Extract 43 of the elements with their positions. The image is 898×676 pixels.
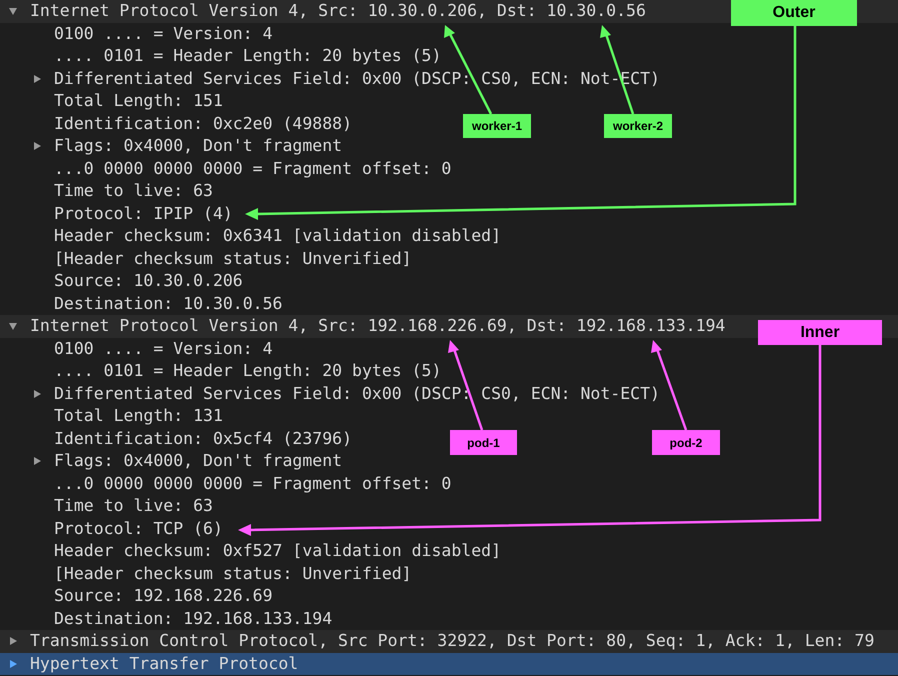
- tree-item-text: [Header checksum status: Unverified]: [54, 562, 412, 584]
- tree-item-text: Time to live: 63: [54, 495, 213, 517]
- annotation-label: pod-2: [652, 430, 720, 455]
- collapsed-triangle-icon[interactable]: [8, 658, 18, 669]
- tree-item-text: [Header checksum status: Unverified]: [54, 248, 412, 270]
- collapsed-triangle-icon[interactable]: [32, 141, 42, 152]
- collapsed-triangle-icon[interactable]: [8, 636, 18, 646]
- tree-item-text: .... 0101 = Header Length: 20 bytes (5): [54, 45, 442, 67]
- tree-item-text: .... 0101 = Header Length: 20 bytes (5): [54, 360, 442, 382]
- expanded-triangle-icon[interactable]: [8, 321, 18, 332]
- tree-item-text: Total Length: 151: [54, 90, 223, 112]
- tree-item-text: ...0 0000 0000 0000 = Fragment offset: 0: [54, 158, 452, 180]
- tree-item-text: Header checksum: 0x6341 [validation disabled]: [54, 225, 502, 247]
- tree-item-text: Identification: 0xc2e0 (49888): [54, 112, 352, 134]
- annotation-label: worker-1: [463, 114, 531, 138]
- annotation-label: Inner: [758, 320, 882, 345]
- tree-item-text: Total Length: 131: [54, 405, 223, 427]
- collapsed-triangle-icon[interactable]: [32, 456, 42, 466]
- collapsed-triangle-icon[interactable]: [32, 74, 42, 84]
- tree-item-text: Destination: 10.30.0.56: [54, 292, 282, 314]
- tree-item-text: Source: 192.168.226.69: [54, 585, 273, 607]
- annotation-label: worker-2: [604, 114, 672, 138]
- tree-item-text: Identification: 0x5cf4 (23796): [54, 428, 352, 450]
- tree-item-text: Protocol: IPIP (4): [54, 202, 233, 224]
- tree-item-text: Differentiated Services Field: 0x00 (DSCP: CS0, ECN: Not-ECT): [54, 382, 660, 404]
- annotation-label: Outer: [731, 0, 857, 26]
- tree-item-text: Hypertext Transfer Protocol: [30, 652, 298, 674]
- expanded-triangle-icon[interactable]: [8, 6, 18, 16]
- collapsed-triangle-icon[interactable]: [32, 388, 42, 399]
- tree-item-text: Destination: 192.168.133.194: [54, 608, 332, 630]
- tree-item-text: 0100 .... = Version: 4: [54, 22, 273, 44]
- tree-row[interactable]: Hypertext Transfer Protocol: [0, 652, 898, 675]
- tree-item-text: 0100 .... = Version: 4: [54, 338, 273, 360]
- tree-item-text: Flags: 0x4000, Don't fragment: [54, 450, 342, 472]
- tree-item-text: ...0 0000 0000 0000 = Fragment offset: 0: [54, 472, 452, 494]
- tree-item-text: Time to live: 63: [54, 180, 213, 202]
- tree-item-text: Internet Protocol Version 4, Src: 192.168.226.69, Dst: 192.168.133.194: [30, 315, 726, 337]
- tree-item-text: Internet Protocol Version 4, Src: 10.30.0.206, Dst: 10.30.0.56: [30, 0, 646, 22]
- tree-item-text: Protocol: TCP (6): [54, 518, 223, 540]
- tree-item-text: Header checksum: 0xf527 [validation disabled]: [54, 540, 502, 562]
- tree-item-text: Source: 10.30.0.206: [54, 270, 243, 292]
- annotation-label: pod-1: [450, 430, 517, 455]
- tree-item-text: Flags: 0x4000, Don't fragment: [54, 135, 342, 157]
